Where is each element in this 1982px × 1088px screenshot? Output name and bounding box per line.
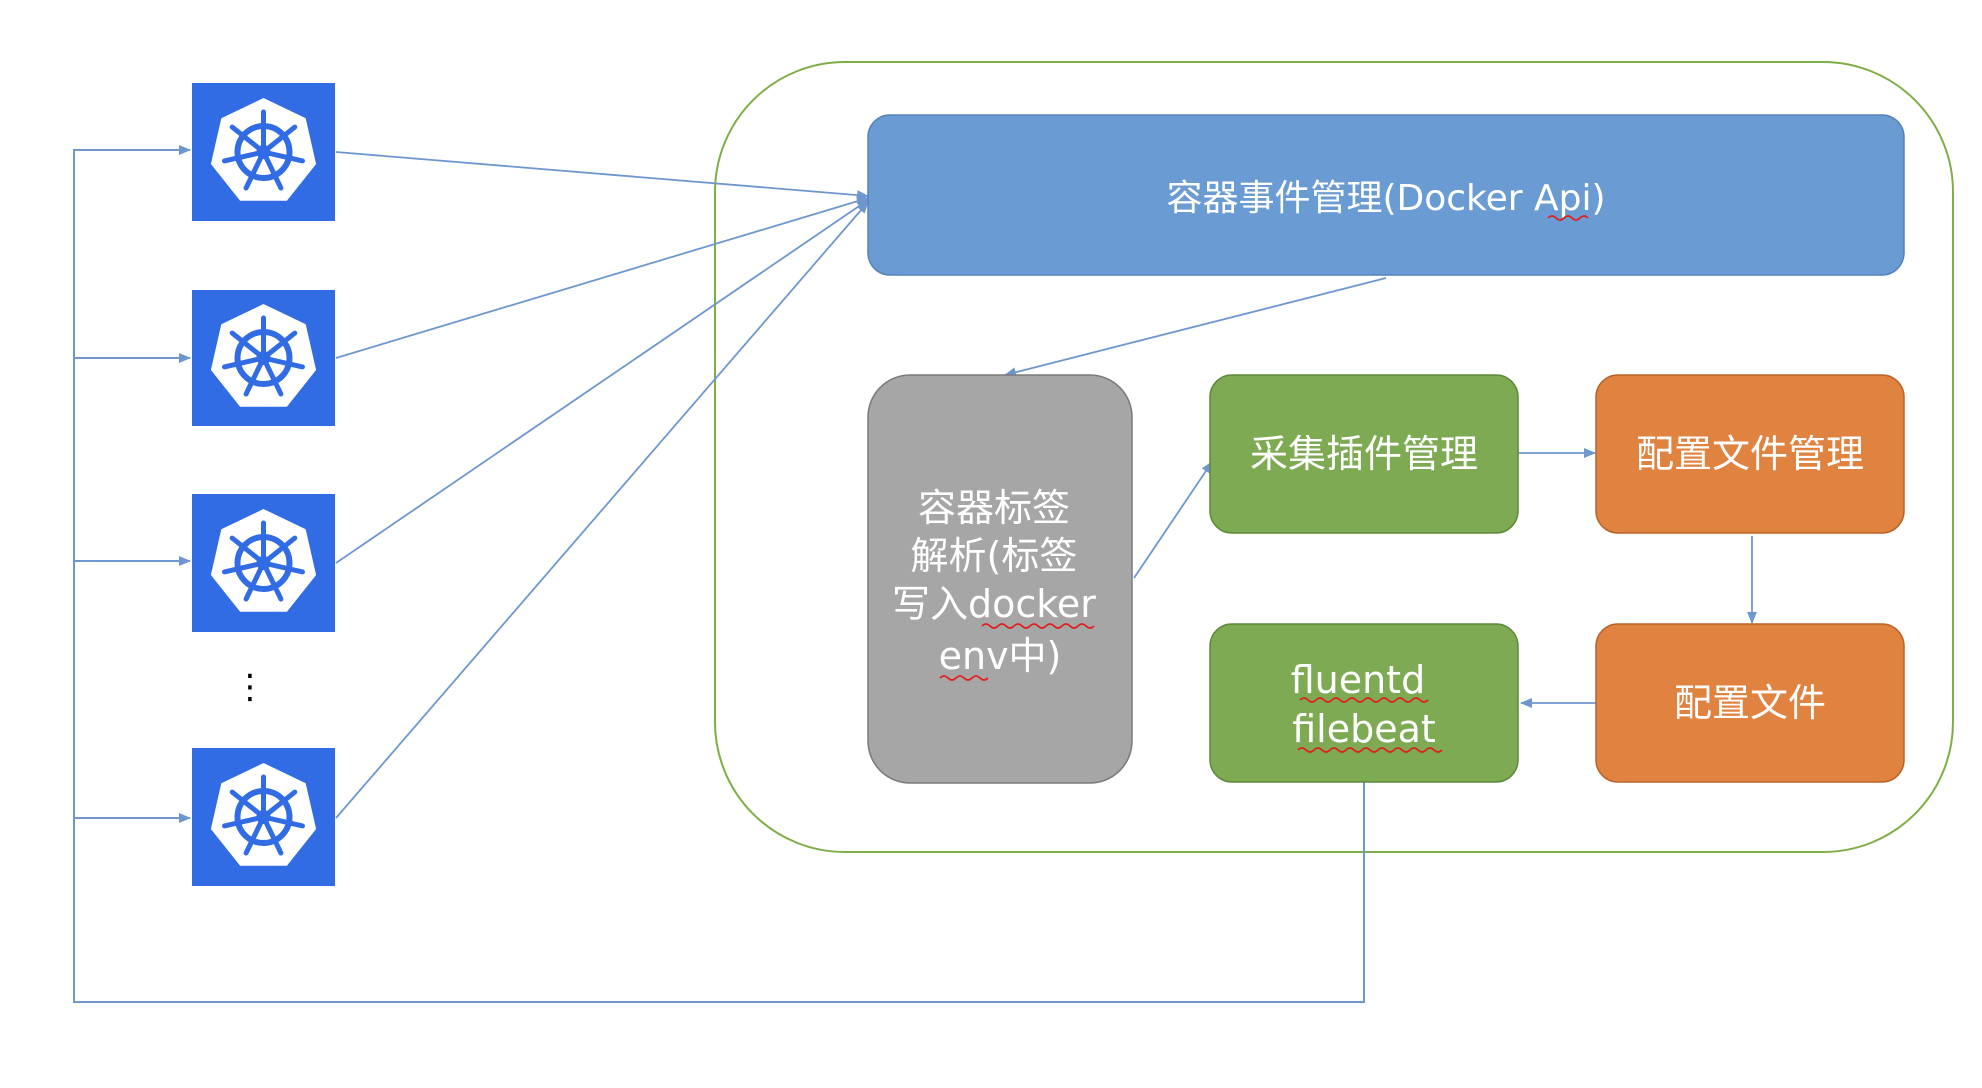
k8s-node-3 bbox=[192, 494, 335, 632]
label-parse-line-4: env中) bbox=[939, 634, 1062, 678]
label-parse-line-3: 写入docker bbox=[892, 582, 1096, 626]
label-parse-box: 容器标签 解析(标签 写入docker env中) bbox=[867, 374, 1133, 784]
docker-api-label: 容器事件管理(Docker Api) bbox=[1166, 178, 1605, 219]
config-file-label: 配置文件 bbox=[1674, 681, 1826, 725]
docker-api-box: 容器事件管理(Docker Api) bbox=[867, 114, 1905, 276]
node-to-api-connectors bbox=[335, 151, 869, 819]
config-management-label: 配置文件管理 bbox=[1636, 432, 1864, 476]
plugin-management-box: 采集插件管理 bbox=[1209, 374, 1519, 534]
k8s-node-2 bbox=[192, 290, 335, 426]
k8s-node-4 bbox=[192, 748, 335, 886]
plugin-management-label: 采集插件管理 bbox=[1250, 432, 1478, 476]
config-file-box: 配置文件 bbox=[1595, 623, 1905, 783]
log-collection-architecture-diagram: ⋮ 容器事件管理(Docker Api) 容器标签 解析(标签 写入docker… bbox=[73, 61, 1954, 1003]
config-management-box: 配置文件管理 bbox=[1595, 374, 1905, 534]
collector-fluentd: fluentd bbox=[1291, 658, 1426, 702]
collectors-box: fluentd filebeat bbox=[1209, 623, 1519, 783]
collector-filebeat: filebeat bbox=[1292, 707, 1436, 751]
label-parse-line-2: 解析(标签 bbox=[911, 534, 1078, 578]
label-parse-line-1: 容器标签 bbox=[918, 486, 1070, 530]
node-ellipsis: ⋮ bbox=[233, 667, 267, 707]
k8s-node-1 bbox=[192, 83, 335, 221]
